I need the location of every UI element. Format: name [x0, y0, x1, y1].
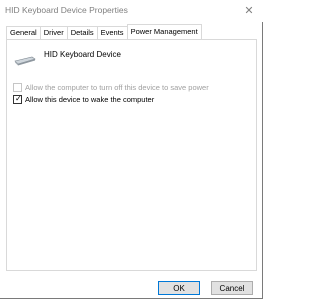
- window-title: HID Keyboard Device Properties: [5, 5, 128, 15]
- checkbox-box: ✓: [13, 94, 22, 104]
- check-icon: ✓: [15, 94, 22, 103]
- allow-turn-off-label: Allow the computer to turn off this devi…: [25, 83, 209, 92]
- tab-events[interactable]: Events: [96, 26, 128, 39]
- device-name: HID Keyboard Device: [44, 50, 121, 59]
- properties-dialog: HID Keyboard Device Properties ✕ General…: [0, 0, 263, 299]
- ok-button[interactable]: OK: [158, 281, 200, 295]
- tab-strip: General Driver Details Events Power Mana…: [6, 24, 202, 39]
- checkbox-box: [13, 83, 22, 92]
- cancel-button[interactable]: Cancel: [211, 281, 253, 295]
- tab-driver[interactable]: Driver: [39, 26, 68, 39]
- tab-details[interactable]: Details: [66, 26, 98, 39]
- allow-wake-label: Allow this device to wake the computer: [25, 95, 155, 104]
- keyboard-icon: [14, 56, 36, 66]
- allow-wake-checkbox[interactable]: ✓ Allow this device to wake the computer: [13, 94, 155, 104]
- tab-power-management[interactable]: Power Management: [126, 24, 202, 39]
- power-management-panel: HID Keyboard Device Allow the computer t…: [6, 39, 257, 271]
- allow-turn-off-checkbox[interactable]: Allow the computer to turn off this devi…: [13, 83, 209, 92]
- close-button[interactable]: ✕: [239, 1, 259, 19]
- close-icon: ✕: [244, 4, 254, 17]
- title-bar: HID Keyboard Device Properties ✕: [0, 0, 263, 22]
- tab-general[interactable]: General: [6, 26, 41, 39]
